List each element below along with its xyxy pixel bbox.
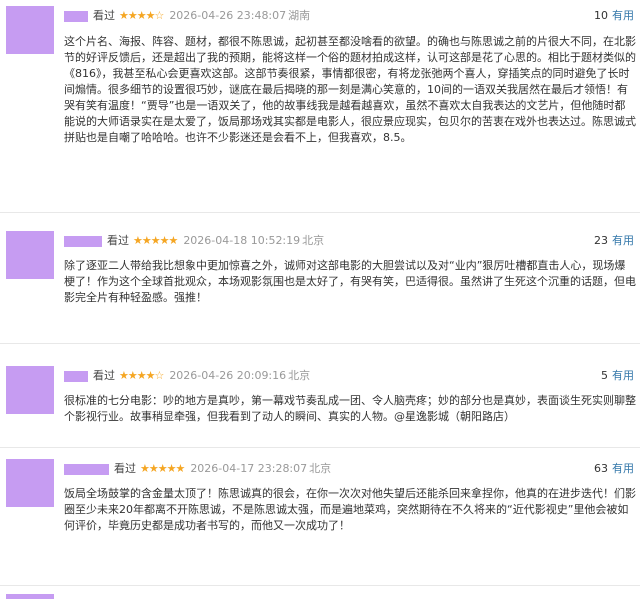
watched-label: 看过 (114, 462, 136, 475)
useful-votes: 63 有用 (594, 461, 634, 477)
divider (0, 212, 640, 213)
useful-button[interactable]: 有用 (612, 369, 634, 382)
avatar[interactable] (6, 594, 54, 599)
username[interactable] (64, 371, 88, 382)
useful-button[interactable]: 有用 (612, 9, 634, 22)
rating-stars: ★★★★☆ (119, 369, 164, 382)
rating-stars: ★★★★☆ (119, 9, 164, 22)
review-date: 2026-04-26 20:09:16 (169, 369, 287, 382)
useful-count: 23 (594, 234, 608, 247)
rating-stars: ★★★★★ (133, 234, 178, 247)
review-location: 北京 (302, 234, 325, 247)
review-text: 很标准的七分电影：吵的地方是真吵，第一幕戏节奏乱成一团、令人脑壳疼；妙的部分也是… (64, 394, 636, 423)
useful-votes: 5 有用 (601, 368, 634, 384)
avatar[interactable] (6, 459, 54, 507)
review-date: 2026-04-17 23:28:07 (190, 462, 308, 475)
rating-stars: ★★★★★ (140, 462, 185, 475)
watched-label: 看过 (93, 369, 115, 382)
review-meta: 看过 ★★★★★ 2026-04-18 10:52:19 北京 (107, 233, 324, 249)
avatar[interactable] (6, 366, 54, 414)
avatar[interactable] (6, 6, 54, 54)
review-location: 北京 (309, 462, 332, 475)
useful-count: 10 (594, 9, 608, 22)
useful-button[interactable]: 有用 (612, 234, 634, 247)
watched-label: 看过 (93, 9, 115, 22)
username[interactable] (64, 236, 102, 247)
username[interactable] (64, 464, 109, 475)
username[interactable] (64, 11, 88, 22)
useful-votes: 10 有用 (594, 8, 634, 24)
divider (0, 447, 640, 448)
divider (0, 343, 640, 344)
useful-count: 5 (601, 369, 608, 382)
review-date: 2026-04-18 10:52:19 (183, 234, 301, 247)
review-meta: 看过 ★★★★★ 2026-04-17 23:28:07 北京 (114, 461, 331, 477)
review-meta: 看过 ★★★★☆ 2026-04-26 20:09:16 北京 (93, 368, 310, 384)
useful-votes: 23 有用 (594, 233, 634, 249)
divider (0, 585, 640, 586)
useful-button[interactable]: 有用 (612, 462, 634, 475)
review-location: 北京 (288, 369, 311, 382)
watched-label: 看过 (107, 234, 129, 247)
review-location: 湖南 (288, 9, 311, 22)
review-meta: 看过 ★★★★☆ 2026-04-26 23:48:07 湖南 (93, 8, 310, 24)
review-text: 这个片名、海报、阵容、题材，都很不陈思诚，起初甚至都没啥看的欲望。的确也与陈思诚… (64, 35, 636, 144)
review-text: 饭局全场鼓掌的含金量太顶了！陈思诚真的很会，在你一次次对他失望后还能杀回来拿捏你… (64, 487, 636, 532)
review-date: 2026-04-26 23:48:07 (169, 9, 287, 22)
useful-count: 63 (594, 462, 608, 475)
avatar[interactable] (6, 231, 54, 279)
review-text: 除了逐亚二人带给我比想象中更加惊喜之外，诚师对这部电影的大胆尝试以及对“业内”狠… (64, 259, 636, 304)
